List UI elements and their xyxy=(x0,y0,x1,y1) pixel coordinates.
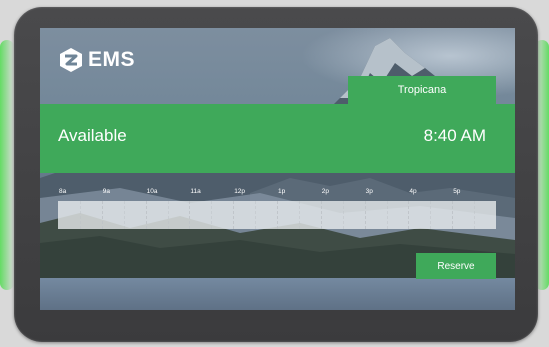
timeline-hour-divider xyxy=(101,201,103,229)
timeline-hour-label: 10a xyxy=(146,188,158,195)
timeline-half-hour-divider xyxy=(386,201,388,229)
timeline-hour-label: 2p xyxy=(321,188,330,195)
timeline-hour-divider xyxy=(408,201,410,229)
timeline-half-hour-divider xyxy=(255,201,257,229)
timeline-hour-divider xyxy=(452,201,454,229)
timeline-half-hour-divider xyxy=(123,201,125,229)
current-time: 8:40 AM xyxy=(423,126,486,145)
timeline-hour-label: 8a xyxy=(59,188,67,195)
timeline-half-hour-divider xyxy=(298,201,300,229)
room-display-screen: EMS Tropicana Available 8:40 AM 8a 9a 10a 1… xyxy=(40,28,515,310)
timeline-half-hour-divider xyxy=(167,201,169,229)
timeline-hour-label: 4p xyxy=(409,188,417,195)
timeline-hour-divider xyxy=(277,201,278,229)
timeline-half-hour-divider xyxy=(211,201,213,229)
availability-status: Available xyxy=(58,126,127,145)
timeline-hour-label: 11a xyxy=(190,188,201,195)
ems-logo: EMS xyxy=(58,46,135,74)
timeline-hour-label: 3p xyxy=(365,188,373,195)
ems-logo-icon xyxy=(60,48,82,72)
reserve-button[interactable]: Reserve xyxy=(416,253,496,279)
timeline-half-hour-divider xyxy=(79,201,81,229)
timeline-hour-divider xyxy=(364,201,366,229)
timeline-half-hour-divider xyxy=(342,201,344,229)
timeline-hour-label: 12p xyxy=(234,188,246,195)
timeline-hour-label: 1p xyxy=(278,188,286,195)
lake-background xyxy=(40,278,515,310)
brand-name: EMS xyxy=(88,48,136,71)
timeline-hour-label: 9a xyxy=(102,188,111,195)
timeline-hour-divider xyxy=(189,201,191,229)
timeline-half-hour-divider xyxy=(430,201,432,229)
timeline-hour-divider xyxy=(233,201,235,229)
timeline-hour-label: 5p xyxy=(453,188,461,195)
room-name-tab: Tropicana xyxy=(348,76,496,104)
status-glow-left xyxy=(0,40,14,290)
room-name: Tropicana xyxy=(397,84,447,96)
timeline-hour-divider xyxy=(320,201,322,229)
timeline-hour-labels: 8a 9a 10a 11a 12p 1p 2p 3p 4p 5p xyxy=(58,188,496,200)
timeline-half-hour-divider xyxy=(474,201,476,229)
availability-status-bar: Available 8:40 AM xyxy=(40,104,515,173)
timeline-track[interactable] xyxy=(58,201,496,229)
schedule-timeline[interactable]: 8a 9a 10a 11a 12p 1p 2p 3p 4p 5p xyxy=(58,188,496,230)
timeline-hour-divider xyxy=(145,201,147,229)
